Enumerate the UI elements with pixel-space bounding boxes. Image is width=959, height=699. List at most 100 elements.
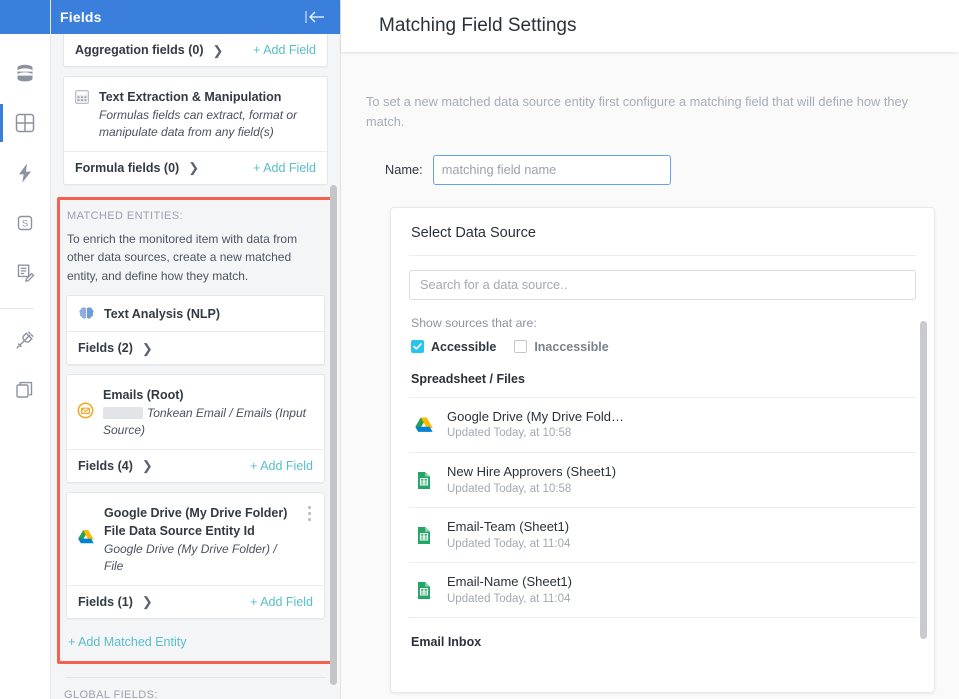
add-field-button[interactable]: + Add Field (250, 595, 313, 609)
google-sheets-icon (413, 471, 435, 490)
redacted-value-block (103, 407, 143, 419)
matched-entity-fields-label: Fields (1) (78, 595, 133, 609)
calculator-icon (74, 88, 90, 141)
text-extraction-title: Text Extraction & Manipulation (99, 90, 281, 104)
chevron-right-icon[interactable]: ❯ (212, 44, 223, 57)
data-source-updated: Updated Today, at 11:04 (447, 592, 572, 608)
matched-entity-card: Emails (Root) Tonkean Email / Emails (In… (66, 374, 325, 483)
filter-label: Show sources that are: (409, 300, 916, 340)
chevron-right-icon[interactable]: ❯ (142, 342, 153, 355)
formula-fields-row[interactable]: Formula fields (0) ❯ + Add Field (64, 152, 327, 184)
name-field-row: Name: (365, 133, 935, 185)
matched-entity-fields-row[interactable]: Fields (1) ❯ + Add Field (67, 586, 324, 618)
matched-entity-header[interactable]: Emails (Root) Tonkean Email / Emails (In… (67, 375, 324, 449)
automation-bolt-icon[interactable] (0, 148, 50, 198)
data-source-updated: Updated Today, at 10:58 (447, 426, 624, 442)
data-source-item[interactable]: New Hire Approvers (Sheet1) Updated Toda… (409, 453, 916, 508)
brain-nlp-icon (78, 305, 95, 322)
add-field-button[interactable]: + Add Field (250, 459, 313, 473)
connector-plug-icon[interactable] (0, 315, 50, 365)
matched-entity-fields-label: Fields (4) (78, 459, 133, 473)
fields-panel: Fields Aggregation fields (0) ❯ + Add Fi… (51, 0, 341, 699)
fields-panel-title: Fields (60, 9, 102, 25)
matched-entity-fields-label: Fields (2) (78, 341, 133, 355)
app-root: S (0, 0, 959, 699)
data-source-search-input[interactable] (409, 270, 916, 300)
matched-entity-title: Google Drive (My Drive Folder) File Data… (104, 506, 287, 538)
data-source-updated: Updated Today, at 10:58 (447, 482, 616, 498)
matched-entity-card: Google Drive (My Drive Folder) File Data… (66, 492, 325, 619)
matched-entity-fields-row[interactable]: Fields (4) ❯ + Add Field (67, 450, 324, 482)
group-title-spreadsheet-files: Spreadsheet / Files (409, 354, 916, 397)
accessible-label: Accessible (431, 340, 496, 354)
page-title: Matching Field Settings (379, 15, 577, 37)
add-field-button[interactable]: + Add Field (253, 161, 316, 175)
add-field-button[interactable]: + Add Field (253, 43, 316, 57)
data-source-name: Email-Name (Sheet1) (447, 573, 572, 591)
accessible-checkbox[interactable]: Accessible (411, 340, 496, 354)
layers-icon[interactable] (0, 365, 50, 415)
select-data-source-title: Select Data Source (391, 208, 934, 255)
fields-panel-header: Fields (51, 0, 340, 34)
formula-fields-label: Formula fields (0) (75, 161, 179, 175)
chevron-right-icon[interactable]: ❯ (188, 161, 199, 174)
google-drive-icon (413, 416, 435, 434)
data-sources-icon[interactable] (0, 48, 50, 98)
aggregation-fields-label: Aggregation fields (0) (75, 43, 203, 57)
main-body: To set a new matched data source entity … (341, 52, 959, 699)
data-source-item[interactable]: Email-Name (Sheet1) Updated Today, at 11… (409, 563, 916, 618)
matched-entity-card: Text Analysis (NLP) Fields (2) ❯ (66, 295, 325, 365)
data-source-updated: Updated Today, at 11:04 (447, 537, 570, 553)
fields-panel-scrollbar[interactable] (330, 185, 337, 685)
svg-text:S: S (22, 219, 28, 230)
data-source-list: Google Drive (My Drive Fold… Updated Tod… (409, 397, 916, 618)
main-header: Matching Field Settings (341, 0, 959, 52)
intro-text: To set a new matched data source entity … (365, 52, 935, 133)
data-source-item[interactable]: Email-Team (Sheet1) Updated Today, at 11… (409, 508, 916, 563)
matched-entity-title: Emails (Root) (103, 388, 184, 402)
kebab-menu-icon[interactable] (302, 504, 313, 524)
google-sheets-icon (413, 581, 435, 600)
chevron-right-icon[interactable]: ❯ (142, 595, 153, 608)
solution-s-icon[interactable]: S (0, 198, 50, 248)
data-source-list-scrollbar[interactable] (920, 321, 927, 639)
matched-entity-fields-row[interactable]: Fields (2) ❯ (67, 332, 324, 364)
aggregation-fields-row[interactable]: Aggregation fields (0) ❯ + Add Field (64, 34, 327, 66)
add-matched-entity-button[interactable]: + Add Matched Entity (66, 628, 325, 651)
rail-divider (0, 308, 34, 309)
card-divider (409, 255, 916, 256)
data-source-item[interactable]: Google Drive (My Drive Fold… Updated Tod… (409, 398, 916, 453)
fields-grid-icon[interactable] (0, 98, 50, 148)
accessibility-filter-group: Accessible Inaccessible (409, 340, 916, 354)
text-extraction-description: Formulas fields can extract, format or m… (99, 107, 316, 141)
data-source-name: Google Drive (My Drive Fold… (447, 408, 624, 426)
main-content: Matching Field Settings To set a new mat… (341, 0, 959, 699)
tonkean-email-icon (77, 401, 94, 424)
matched-entities-description: To enrich the monitored item with data f… (66, 230, 325, 296)
aggregation-fields-card: Aggregation fields (0) ❯ + Add Field (63, 34, 328, 67)
collapse-left-icon[interactable] (300, 5, 330, 29)
matched-entities-label: MATCHED ENTITIES: (66, 210, 325, 230)
checkbox-checked-icon (411, 340, 424, 353)
matched-entity-header[interactable]: Google Drive (My Drive Folder) File Data… (67, 493, 324, 585)
data-source-name: Email-Team (Sheet1) (447, 518, 570, 536)
checkbox-unchecked-icon (514, 340, 527, 353)
form-edit-icon[interactable] (0, 248, 50, 298)
matched-entity-subtitle: Google Drive (My Drive Folder) / File (104, 541, 293, 575)
inaccessible-checkbox[interactable]: Inaccessible (514, 340, 608, 354)
matched-entity-title: Text Analysis (NLP) (104, 307, 220, 321)
chevron-right-icon[interactable]: ❯ (142, 459, 153, 472)
text-extraction-header: Text Extraction & Manipulation Formulas … (64, 77, 327, 151)
matched-entity-header[interactable]: Text Analysis (NLP) (67, 296, 324, 331)
matching-field-name-input[interactable] (433, 155, 671, 185)
rail-header-fill (0, 0, 50, 34)
group-title-email-inbox: Email Inbox (409, 618, 916, 657)
icon-rail: S (0, 0, 51, 699)
data-source-name: New Hire Approvers (Sheet1) (447, 463, 616, 481)
matched-entities-section: MATCHED ENTITIES: To enrich the monitore… (57, 197, 334, 664)
google-sheets-icon (413, 526, 435, 545)
inaccessible-label: Inaccessible (534, 340, 608, 354)
fields-panel-body: Aggregation fields (0) ❯ + Add Field (51, 34, 340, 699)
select-data-source-card: Select Data Source Show sources that are… (390, 207, 935, 693)
google-drive-icon (77, 528, 95, 550)
